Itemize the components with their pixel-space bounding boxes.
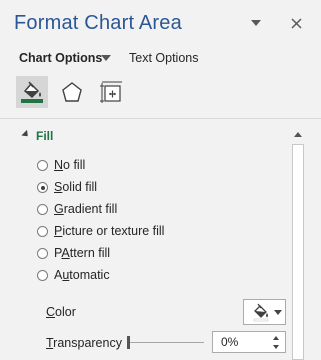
chevron-down-icon [274, 310, 282, 315]
size-properties-icon [100, 81, 122, 103]
radio-circle [37, 204, 48, 215]
radio-circle [37, 160, 48, 171]
spin-down-icon[interactable] [273, 345, 279, 349]
fill-line-tab[interactable] [16, 76, 48, 108]
paint-bucket-icon [253, 303, 269, 322]
radio-circle [37, 270, 48, 281]
fill-color-button[interactable] [243, 299, 286, 325]
size-properties-tab[interactable] [95, 76, 127, 108]
scroll-up-button[interactable] [292, 128, 304, 140]
transparency-slider-thumb[interactable] [127, 336, 130, 349]
format-chart-area-pane: Format Chart Area Chart Options Text Opt… [0, 0, 321, 360]
tab-text-options[interactable]: Text Options [129, 51, 198, 65]
fill-line-icon [21, 81, 43, 103]
scrollbar-thumb[interactable] [292, 144, 304, 360]
transparency-slider-track[interactable] [128, 342, 204, 343]
transparency-spinner[interactable]: 0% [212, 331, 286, 353]
chart-options-caret-icon[interactable] [101, 55, 111, 61]
collapse-triangle-icon [21, 129, 31, 140]
radio-circle [37, 226, 48, 237]
radio-circle-selected [37, 182, 48, 193]
color-label: Color [46, 305, 76, 319]
effects-tab[interactable] [56, 76, 88, 108]
close-button[interactable] [285, 12, 307, 34]
chevron-up-icon [294, 131, 302, 137]
close-icon [290, 17, 302, 29]
chevron-down-icon [251, 20, 261, 26]
pane-options-button[interactable] [245, 12, 267, 34]
radio-circle [37, 248, 48, 259]
pane-title: Format Chart Area [14, 12, 182, 34]
transparency-value[interactable]: 0% [221, 335, 238, 349]
transparency-label: Transparency [46, 336, 122, 350]
effects-icon [62, 82, 82, 102]
tab-chart-options[interactable]: Chart Options [19, 51, 102, 65]
tab-divider [0, 118, 321, 119]
spin-up-icon[interactable] [273, 336, 279, 340]
